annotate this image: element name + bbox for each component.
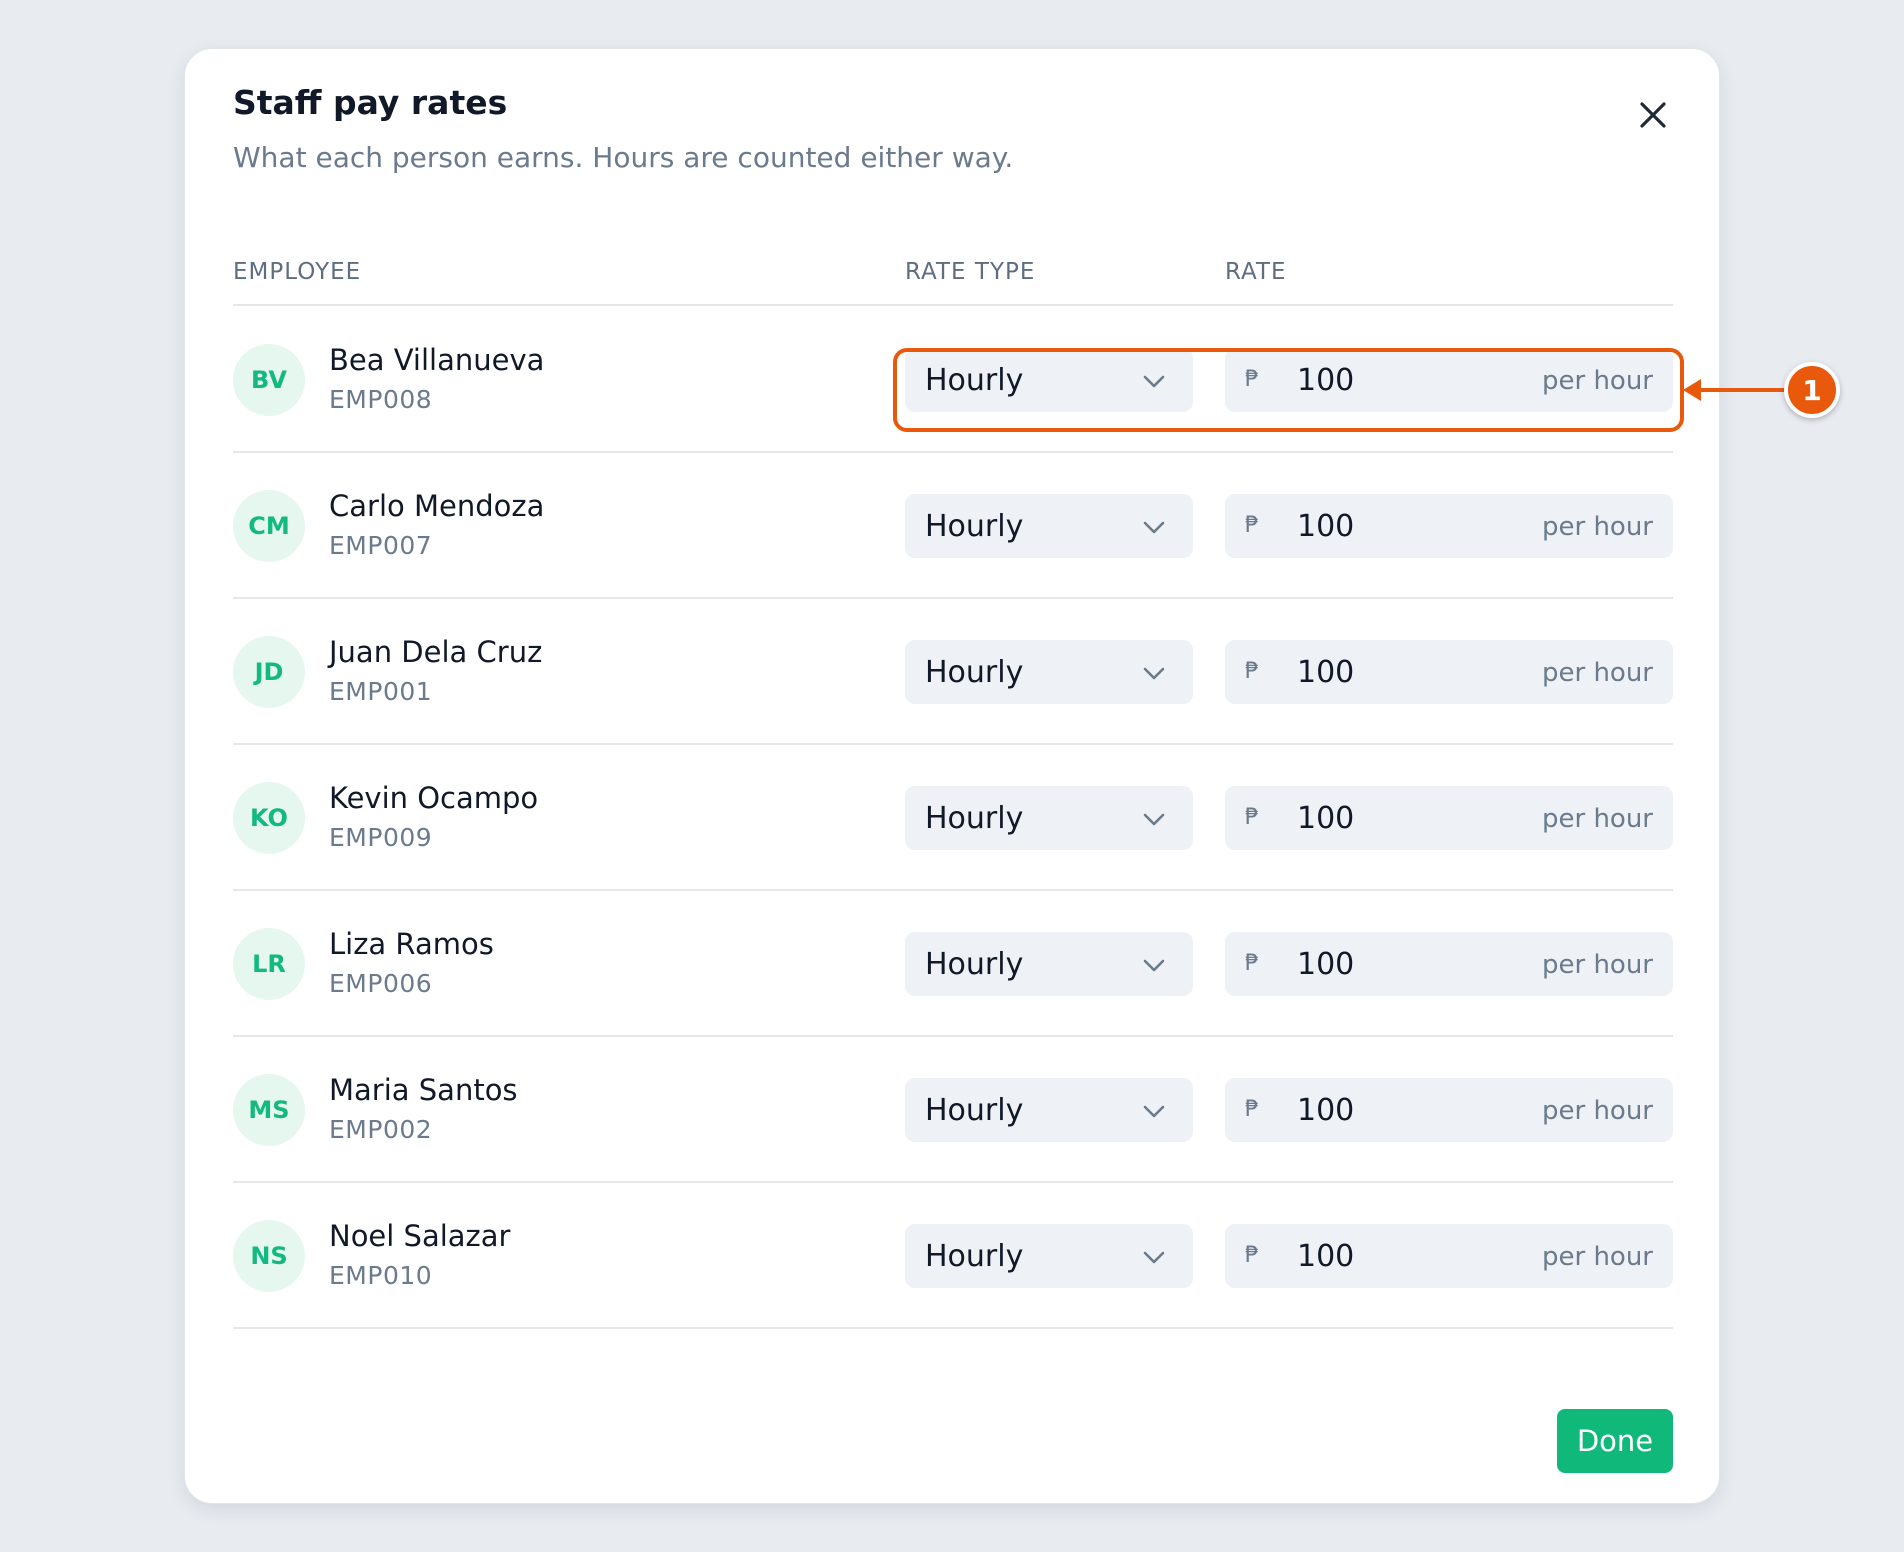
rate-unit: per hour <box>1541 950 1653 980</box>
rate-unit: per hour <box>1541 804 1653 834</box>
employee-name: Bea Villanueva <box>329 343 545 377</box>
avatar: CM <box>233 490 305 562</box>
rate-unit: per hour <box>1541 366 1653 396</box>
rate-value: 100 <box>1297 363 1355 398</box>
currency-symbol: ₱ <box>1245 1097 1259 1122</box>
rate-type-select[interactable]: Hourly <box>905 494 1193 558</box>
rate-type-select[interactable]: Hourly <box>905 786 1193 850</box>
rate-input[interactable]: ₱ 100 per hour <box>1225 348 1673 412</box>
employee-name: Juan Dela Cruz <box>329 635 543 669</box>
done-button[interactable]: Done <box>1557 1409 1673 1473</box>
rate-value: 100 <box>1297 947 1355 982</box>
currency-symbol: ₱ <box>1245 659 1259 684</box>
table-row: LR Liza Ramos EMP006 Hourly ₱ 100 per hour <box>233 891 1673 1037</box>
rate-input[interactable]: ₱ 100 per hour <box>1225 786 1673 850</box>
employee-name: Maria Santos <box>329 1073 518 1107</box>
avatar: LR <box>233 928 305 1000</box>
rate-type-select[interactable]: Hourly <box>905 932 1193 996</box>
employee-id: EMP006 <box>329 969 433 998</box>
employee-id: EMP002 <box>329 1115 433 1144</box>
employee-id: EMP010 <box>329 1261 433 1290</box>
table-row: KO Kevin Ocampo EMP009 Hourly ₱ 100 per hour <box>233 745 1673 891</box>
chevron-down-icon <box>1143 375 1165 388</box>
row-divider <box>233 1327 1673 1329</box>
rate-value: 100 <box>1297 509 1355 544</box>
rate-type-select[interactable]: Hourly <box>905 1224 1193 1288</box>
rate-input[interactable]: ₱ 100 per hour <box>1225 932 1673 996</box>
employee-name: Liza Ramos <box>329 927 494 961</box>
rate-type-value: Hourly <box>925 509 1024 544</box>
rate-type-value: Hourly <box>925 363 1024 398</box>
rate-type-value: Hourly <box>925 1093 1024 1128</box>
employee-name: Noel Salazar <box>329 1219 511 1253</box>
table-row: BV Bea Villanueva EMP008 Hourly ₱ 100 per hour <box>233 307 1673 453</box>
rate-type-value: Hourly <box>925 655 1024 690</box>
table-row: NS Noel Salazar EMP010 Hourly ₱ 100 per hour <box>233 1183 1673 1329</box>
employee-name: Carlo Mendoza <box>329 489 545 523</box>
rate-unit: per hour <box>1541 1096 1653 1126</box>
dialog-title: Staff pay rates <box>233 83 508 122</box>
employee-id: EMP007 <box>329 531 433 560</box>
rate-type-select[interactable]: Hourly <box>905 348 1193 412</box>
currency-symbol: ₱ <box>1245 805 1259 830</box>
rate-input[interactable]: ₱ 100 per hour <box>1225 640 1673 704</box>
rate-unit: per hour <box>1541 512 1653 542</box>
currency-symbol: ₱ <box>1245 513 1259 538</box>
employee-id: EMP001 <box>329 677 433 706</box>
currency-symbol: ₱ <box>1245 367 1259 392</box>
dialog-subtitle: What each person earns. Hours are counte… <box>233 141 1014 174</box>
currency-symbol: ₱ <box>1245 951 1259 976</box>
employee-name: Kevin Ocampo <box>329 781 539 815</box>
header-divider <box>233 304 1673 306</box>
avatar: NS <box>233 1220 305 1292</box>
column-header-employee: EMPLOYEE <box>233 259 362 285</box>
column-header-rate-type: RATE TYPE <box>905 259 1036 285</box>
rate-input[interactable]: ₱ 100 per hour <box>1225 494 1673 558</box>
chevron-down-icon <box>1143 521 1165 534</box>
chevron-down-icon <box>1143 1251 1165 1264</box>
close-button[interactable] <box>1633 95 1673 135</box>
employee-id: EMP009 <box>329 823 433 852</box>
chevron-down-icon <box>1143 1105 1165 1118</box>
pay-rates-dialog: Staff pay rates What each person earns. … <box>184 48 1720 1504</box>
rate-type-select[interactable]: Hourly <box>905 1078 1193 1142</box>
rate-unit: per hour <box>1541 658 1653 688</box>
close-icon <box>1640 102 1666 128</box>
rate-type-value: Hourly <box>925 1239 1024 1274</box>
table-row: MS Maria Santos EMP002 Hourly ₱ 100 per hour <box>233 1037 1673 1183</box>
annotation-arrow-icon <box>1683 379 1701 401</box>
rate-value: 100 <box>1297 655 1355 690</box>
rate-value: 100 <box>1297 801 1355 836</box>
avatar: KO <box>233 782 305 854</box>
rate-unit: per hour <box>1541 1242 1653 1272</box>
rate-value: 100 <box>1297 1093 1355 1128</box>
annotation-badge: 1 <box>1784 362 1840 418</box>
table-row: CM Carlo Mendoza EMP007 Hourly ₱ 100 per hour <box>233 453 1673 599</box>
avatar: JD <box>233 636 305 708</box>
chevron-down-icon <box>1143 667 1165 680</box>
currency-symbol: ₱ <box>1245 1243 1259 1268</box>
rate-type-value: Hourly <box>925 801 1024 836</box>
annotation-connector <box>1696 388 1786 392</box>
rate-value: 100 <box>1297 1239 1355 1274</box>
rate-input[interactable]: ₱ 100 per hour <box>1225 1078 1673 1142</box>
rate-type-select[interactable]: Hourly <box>905 640 1193 704</box>
avatar: MS <box>233 1074 305 1146</box>
chevron-down-icon <box>1143 959 1165 972</box>
avatar: BV <box>233 344 305 416</box>
table-row: JD Juan Dela Cruz EMP001 Hourly ₱ 100 per hour <box>233 599 1673 745</box>
employee-id: EMP008 <box>329 385 433 414</box>
rate-input[interactable]: ₱ 100 per hour <box>1225 1224 1673 1288</box>
chevron-down-icon <box>1143 813 1165 826</box>
column-header-rate: RATE <box>1225 259 1287 285</box>
rate-type-value: Hourly <box>925 947 1024 982</box>
